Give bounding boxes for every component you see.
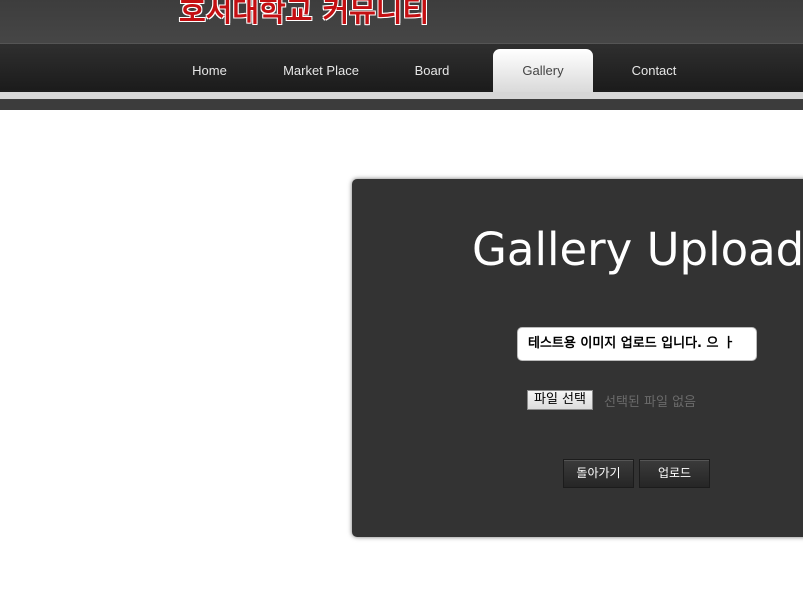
back-button[interactable]: 돌아가기 (563, 459, 634, 488)
image-title-input[interactable]: 테스트용 이미지 업로드 입니다. 으 ㅏ (517, 327, 757, 361)
nav-item-home[interactable]: Home (181, 44, 238, 94)
upload-panel: Gallery Upload 테스트용 이미지 업로드 입니다. 으 ㅏ 파일 … (352, 179, 803, 537)
main-nav: Home Market Place Board Gallery Contact (0, 43, 803, 94)
upload-button[interactable]: 업로드 (639, 459, 710, 488)
site-header: 호서대학교 커뮤니티 (0, 0, 803, 43)
file-status-text: 선택된 파일 없음 (604, 395, 696, 410)
nav-item-contact[interactable]: Contact (621, 44, 687, 94)
nav-item-gallery[interactable]: Gallery (493, 49, 593, 94)
file-select-button[interactable]: 파일 선택 (527, 390, 593, 410)
nav-divider-light (0, 92, 803, 99)
site-logo[interactable]: 호서대학교 커뮤니티 (179, 0, 429, 30)
page-title: Gallery Upload (472, 223, 803, 276)
nav-divider-dark (0, 99, 803, 110)
nav-item-market-place[interactable]: Market Place (268, 44, 374, 94)
nav-item-board[interactable]: Board (404, 44, 460, 94)
